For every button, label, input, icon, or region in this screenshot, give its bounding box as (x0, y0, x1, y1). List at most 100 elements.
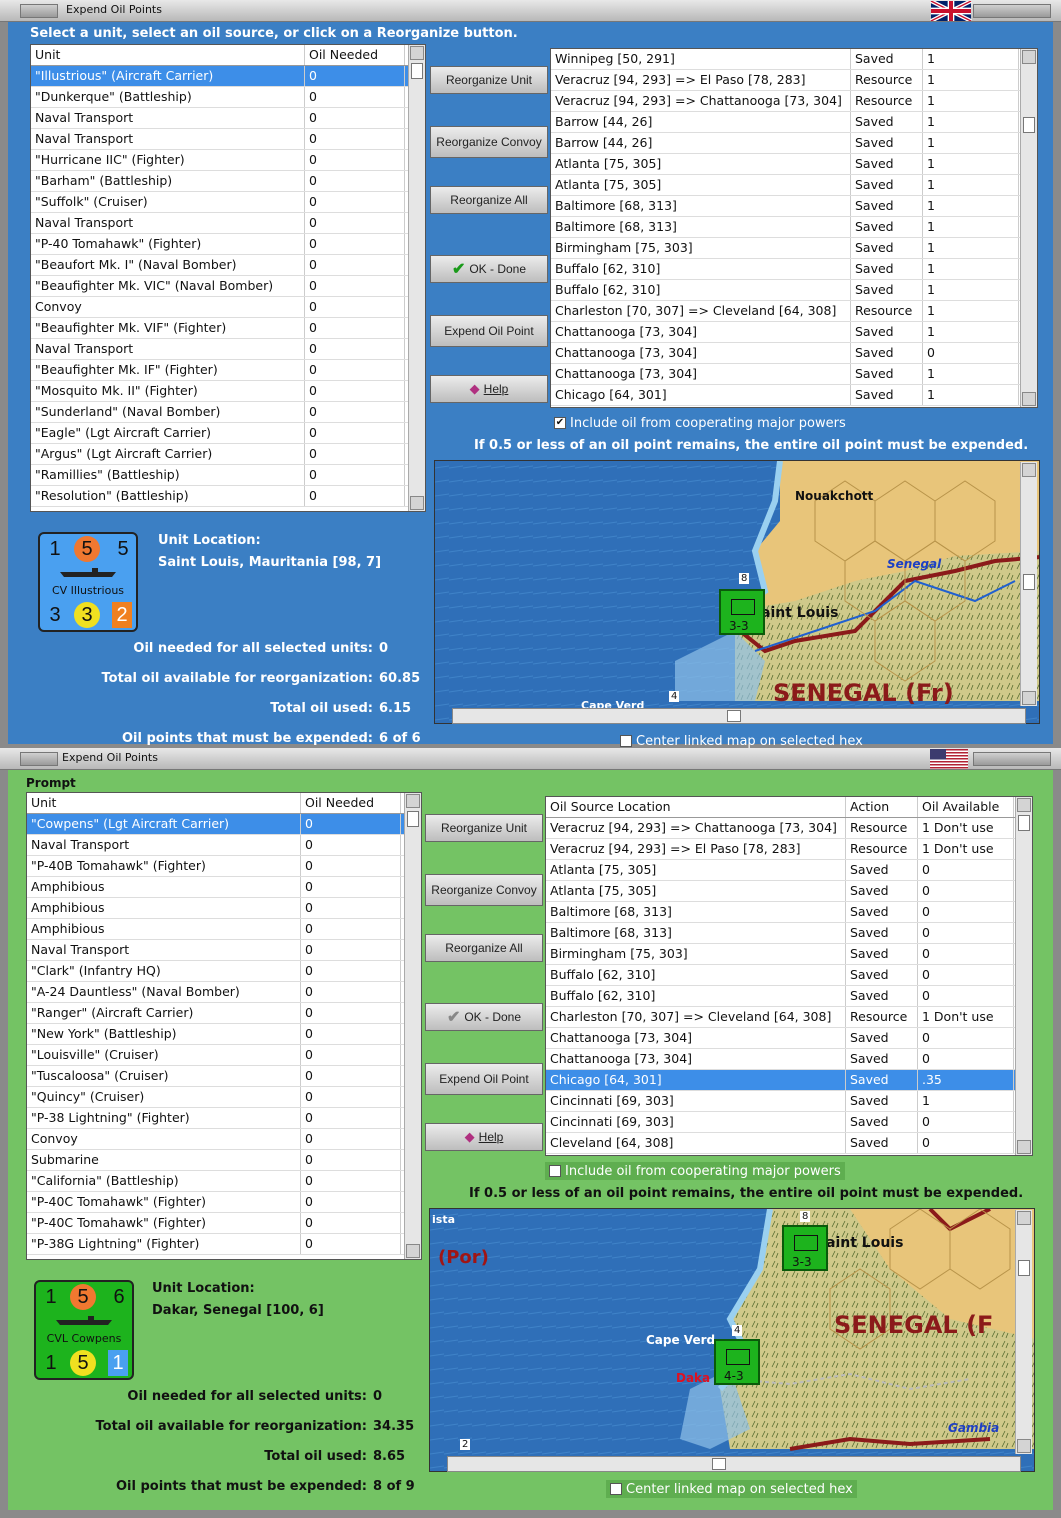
table-row[interactable]: Naval Transport 0 (31, 213, 425, 234)
table-row[interactable]: "P-40C Tomahawk" (Fighter) 0 (27, 1192, 421, 1213)
oil-source-list[interactable]: Winnipeg [50, 291] Saved 1 Veracruz [94, 29… (550, 48, 1038, 408)
table-row[interactable]: "Clark" (Infantry HQ) 0 (27, 961, 421, 982)
ok-done-button[interactable]: ✔ OK - Done (430, 255, 548, 283)
table-row[interactable]: Buffalo [62, 310] Saved 1 (551, 259, 1037, 280)
table-row[interactable]: "Sunderland" (Naval Bomber) 0 (31, 402, 425, 423)
table-row[interactable]: "Tuscaloosa" (Cruiser) 0 (27, 1066, 421, 1087)
table-row[interactable]: Barrow [44, 26] Saved 1 (551, 112, 1037, 133)
map-unit-army[interactable]: 8 3-3 (719, 573, 765, 635)
table-row[interactable]: "California" (Battleship) 0 (27, 1171, 421, 1192)
table-row[interactable]: Chicago [64, 301] Saved 1 (551, 385, 1037, 406)
table-row[interactable]: "Beaufighter Mk. IF" (Fighter) 0 (31, 360, 425, 381)
table-row[interactable]: "P-40C Tomahawk" (Fighter) 0 (27, 1213, 421, 1234)
help-button[interactable]: ◆ Help (430, 375, 548, 403)
window-menu-button[interactable] (20, 4, 58, 18)
map-hscrollbar[interactable] (447, 1456, 1021, 1472)
reorganize-convoy-button[interactable]: Reorganize Convoy (430, 126, 548, 158)
unit-list-scrollbar[interactable] (404, 793, 421, 1259)
table-row[interactable]: Charleston [70, 307] => Cleveland [64, 3… (546, 1007, 1032, 1028)
table-row[interactable]: Barrow [44, 26] Saved 1 (551, 133, 1037, 154)
table-row[interactable]: Chattanooga [73, 304] Saved 0 (551, 343, 1037, 364)
unit-list[interactable]: Unit Oil Needed "Illustrious" (Aircraft Ca… (30, 44, 426, 512)
center-map-checkbox[interactable]: Center linked map on selected hex (606, 1480, 857, 1498)
table-row[interactable]: "Illustrious" (Aircraft Carrier) 0 (31, 66, 425, 87)
map-unit-army-2[interactable]: 4 4-3 (714, 1325, 760, 1385)
window-controls[interactable] (973, 752, 1051, 766)
table-row[interactable]: Charleston [70, 307] => Cleveland [64, 3… (551, 301, 1037, 322)
oil-source-list[interactable]: Oil Source Location Action Oil Available Ve… (545, 796, 1033, 1156)
table-row[interactable]: "Dunkerque" (Battleship) 0 (31, 87, 425, 108)
table-row[interactable]: Chicago [64, 301] Saved .35 (546, 1070, 1032, 1091)
table-row[interactable]: Baltimore [68, 313] Saved 1 (551, 196, 1037, 217)
linked-map[interactable]: ista (Por) aint Louis SENEGAL (F Cape Ve… (429, 1208, 1035, 1472)
table-row[interactable]: "P-40B Tomahawk" (Fighter) 0 (27, 856, 421, 877)
unit-list-scrollbar[interactable] (408, 45, 425, 511)
table-row[interactable]: Veracruz [94, 293] => El Paso [78, 283] R… (551, 70, 1037, 91)
table-row[interactable]: "Cowpens" (Lgt Aircraft Carrier) 0 (27, 814, 421, 835)
table-row[interactable]: Atlanta [75, 305] Saved 1 (551, 154, 1037, 175)
table-row[interactable]: "Beaufort Mk. I" (Naval Bomber) 0 (31, 255, 425, 276)
title-bar[interactable]: Expend Oil Points (0, 748, 1061, 770)
table-row[interactable]: "Ramillies" (Battleship) 0 (31, 465, 425, 486)
table-row[interactable]: "Beaufighter Mk. VIC" (Naval Bomber) 0 (31, 276, 425, 297)
table-row[interactable]: "Barham" (Battleship) 0 (31, 171, 425, 192)
table-row[interactable]: Amphibious 0 (27, 919, 421, 940)
help-button[interactable]: ◆ Help (425, 1123, 543, 1151)
table-row[interactable]: Convoy 0 (27, 1129, 421, 1150)
table-row[interactable]: Winnipeg [50, 291] Saved 1 (551, 49, 1037, 70)
table-row[interactable]: Atlanta [75, 305] Saved 1 (551, 175, 1037, 196)
table-row[interactable]: Baltimore [68, 313] Saved 0 (546, 902, 1032, 923)
include-cooperating-checkbox[interactable]: Include oil from cooperating major power… (545, 1162, 845, 1180)
table-row[interactable]: Amphibious 0 (27, 898, 421, 919)
table-row[interactable]: Convoy 0 (31, 297, 425, 318)
reorganize-all-button[interactable]: Reorganize All (430, 186, 548, 214)
table-row[interactable]: "Argus" (Lgt Aircraft Carrier) 0 (31, 444, 425, 465)
table-row[interactable]: Chattanooga [73, 304] Saved 1 (551, 322, 1037, 343)
reorganize-convoy-button[interactable]: Reorganize Convoy (425, 874, 543, 906)
table-row[interactable]: Amphibious 0 (27, 877, 421, 898)
table-row[interactable]: "P-40 Tomahawk" (Fighter) 0 (31, 234, 425, 255)
table-row[interactable]: Buffalo [62, 310] Saved 1 (551, 280, 1037, 301)
map-unit-army-1[interactable]: 8 3-3 (782, 1211, 828, 1271)
table-row[interactable]: Birmingham [75, 303] Saved 1 (551, 238, 1037, 259)
table-row[interactable]: Cincinnati [69, 303] Saved 0 (546, 1112, 1032, 1133)
oil-source-scrollbar[interactable] (1015, 797, 1032, 1155)
table-row[interactable]: Atlanta [75, 305] Saved 0 (546, 860, 1032, 881)
table-row[interactable]: Baltimore [68, 313] Saved 1 (551, 217, 1037, 238)
table-row[interactable]: "Ranger" (Aircraft Carrier) 0 (27, 1003, 421, 1024)
table-row[interactable]: "Beaufighter Mk. VIF" (Fighter) 0 (31, 318, 425, 339)
table-row[interactable]: "A-24 Dauntless" (Naval Bomber) 0 (27, 982, 421, 1003)
unit-list[interactable]: Unit Oil Needed "Cowpens" (Lgt Aircraft Ca… (26, 792, 422, 1260)
oil-source-scrollbar[interactable] (1020, 49, 1037, 407)
table-row[interactable]: Naval Transport 0 (31, 339, 425, 360)
table-row[interactable]: "New York" (Battleship) 0 (27, 1024, 421, 1045)
table-row[interactable]: "P-38 Lightning" (Fighter) 0 (27, 1108, 421, 1129)
map-hscrollbar[interactable] (452, 708, 1026, 724)
table-row[interactable]: "Eagle" (Lgt Aircraft Carrier) 0 (31, 423, 425, 444)
table-row[interactable]: "P-38G Lightning" (Fighter) 0 (27, 1234, 421, 1255)
table-row[interactable]: Birmingham [75, 303] Saved 0 (546, 944, 1032, 965)
table-row[interactable]: Veracruz [94, 293] => Chattanooga [73, 3… (551, 91, 1037, 112)
table-row[interactable]: Chattanooga [73, 304] Saved 1 (551, 364, 1037, 385)
window-menu-button[interactable] (20, 752, 58, 766)
table-row[interactable]: "Louisville" (Cruiser) 0 (27, 1045, 421, 1066)
table-row[interactable]: "Resolution" (Battleship) 0 (31, 486, 425, 507)
reorganize-unit-button[interactable]: Reorganize Unit (425, 814, 543, 842)
include-cooperating-checkbox[interactable]: ✔ Include oil from cooperating major powe… (550, 414, 850, 432)
expend-oil-point-button[interactable]: Expend Oil Point (425, 1063, 543, 1095)
table-row[interactable]: "Suffolk" (Cruiser) 0 (31, 192, 425, 213)
table-row[interactable]: Buffalo [62, 310] Saved 0 (546, 965, 1032, 986)
table-row[interactable]: Naval Transport 0 (31, 108, 425, 129)
ok-done-button[interactable]: ✔ OK - Done (425, 1003, 543, 1031)
window-controls[interactable] (973, 4, 1051, 18)
linked-map[interactable]: Nouakchott Senegal aint Louis SENEGAL (F… (434, 460, 1040, 724)
table-row[interactable]: Buffalo [62, 310] Saved 0 (546, 986, 1032, 1007)
title-bar[interactable]: Expend Oil Points (0, 0, 1061, 22)
table-row[interactable]: Cleveland [64, 308] Saved 0 (546, 1133, 1032, 1154)
table-row[interactable]: Chattanooga [73, 304] Saved 0 (546, 1028, 1032, 1049)
table-row[interactable]: Cincinnati [69, 303] Saved 1 (546, 1091, 1032, 1112)
table-row[interactable]: Naval Transport 0 (27, 940, 421, 961)
table-row[interactable]: Baltimore [68, 313] Saved 0 (546, 923, 1032, 944)
table-row[interactable]: "Quincy" (Cruiser) 0 (27, 1087, 421, 1108)
table-row[interactable]: Veracruz [94, 293] => El Paso [78, 283] R… (546, 839, 1032, 860)
